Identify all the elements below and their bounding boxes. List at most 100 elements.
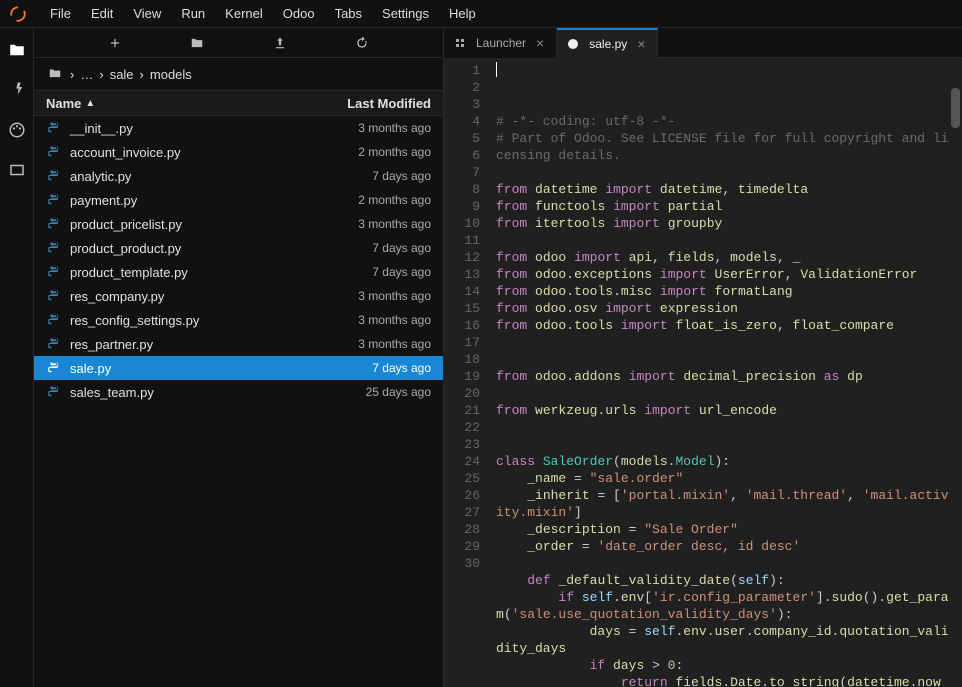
menu-edit[interactable]: Edit: [81, 2, 123, 25]
code-line[interactable]: days = self.env.user.company_id.quotatio…: [496, 623, 954, 657]
code-line[interactable]: from functools import partial: [496, 198, 954, 215]
code-line[interactable]: from itertools import groupby: [496, 215, 954, 232]
breadcrumb[interactable]: › … › sale › models: [34, 58, 443, 90]
folder-icon[interactable]: [7, 40, 27, 60]
code-line[interactable]: from odoo.tools.misc import formatLang: [496, 283, 954, 300]
file-name: sales_team.py: [70, 385, 291, 400]
column-name[interactable]: Name ▲: [46, 96, 291, 111]
tab-sale-py[interactable]: sale.py×: [557, 28, 658, 58]
home-folder-icon[interactable]: [48, 66, 62, 83]
python-file-icon: [46, 288, 62, 304]
code-line[interactable]: if days > 0:: [496, 657, 954, 674]
file-browser: › … › sale › models Name ▲ Last Modified…: [34, 28, 444, 687]
tab-launcher[interactable]: Launcher ×: [444, 28, 557, 58]
menu-run[interactable]: Run: [171, 2, 215, 25]
code-line[interactable]: from werkzeug.urls import url_encode: [496, 402, 954, 419]
code-line[interactable]: from odoo.addons import decimal_precisio…: [496, 368, 954, 385]
code-line[interactable]: [496, 385, 954, 402]
menu-view[interactable]: View: [123, 2, 171, 25]
file-row[interactable]: __init__.py3 months ago: [34, 116, 443, 140]
line-number: 8: [448, 181, 480, 198]
file-row[interactable]: res_company.py3 months ago: [34, 284, 443, 308]
line-number: 12: [448, 249, 480, 266]
scrollbar-thumb[interactable]: [951, 88, 960, 128]
code-line[interactable]: # -*- coding: utf-8 -*-: [496, 113, 954, 130]
palette-icon[interactable]: [7, 120, 27, 140]
file-row[interactable]: res_partner.py3 months ago: [34, 332, 443, 356]
python-file-icon: [46, 384, 62, 400]
code-line[interactable]: [496, 334, 954, 351]
code-line[interactable]: [496, 555, 954, 572]
breadcrumb-sep: ›: [99, 67, 103, 82]
file-row[interactable]: analytic.py7 days ago: [34, 164, 443, 188]
code-area[interactable]: # -*- coding: utf-8 -*-# Part of Odoo. S…: [488, 58, 962, 687]
code-line[interactable]: from odoo.tools import float_is_zero, fl…: [496, 317, 954, 334]
file-row[interactable]: product_pricelist.py3 months ago: [34, 212, 443, 236]
close-icon[interactable]: ×: [534, 35, 546, 51]
upload-icon[interactable]: [272, 35, 288, 51]
breadcrumb-sep: ›: [70, 67, 74, 82]
tab-label: Launcher: [476, 36, 526, 50]
code-line[interactable]: from datetime import datetime, timedelta: [496, 181, 954, 198]
file-row[interactable]: sales_team.py25 days ago: [34, 380, 443, 404]
code-line[interactable]: [496, 232, 954, 249]
refresh-icon[interactable]: [354, 35, 370, 51]
file-modified: 7 days ago: [291, 361, 431, 375]
new-folder-icon[interactable]: [189, 35, 205, 51]
python-file-icon: [46, 144, 62, 160]
menu-settings[interactable]: Settings: [372, 2, 439, 25]
code-line[interactable]: from odoo import api, fields, models, _: [496, 249, 954, 266]
file-row[interactable]: product_template.py7 days ago: [34, 260, 443, 284]
column-modified[interactable]: Last Modified: [291, 96, 431, 111]
file-row[interactable]: product_product.py7 days ago: [34, 236, 443, 260]
line-gutter: 1234567891011121314151617181920212223242…: [444, 58, 488, 687]
python-file-icon: [46, 264, 62, 280]
file-name: product_pricelist.py: [70, 217, 291, 232]
code-line[interactable]: [496, 436, 954, 453]
code-line[interactable]: [496, 164, 954, 181]
code-editor[interactable]: 1234567891011121314151617181920212223242…: [444, 58, 962, 687]
breadcrumb-part[interactable]: models: [150, 67, 192, 82]
code-line[interactable]: _inherit = ['portal.mixin', 'mail.thread…: [496, 487, 954, 521]
menu-help[interactable]: Help: [439, 2, 486, 25]
line-number: 10: [448, 215, 480, 232]
file-row[interactable]: res_config_settings.py3 months ago: [34, 308, 443, 332]
menu-kernel[interactable]: Kernel: [215, 2, 273, 25]
menubar: FileEditViewRunKernelOdooTabsSettingsHel…: [0, 0, 962, 28]
code-line[interactable]: class SaleOrder(models.Model):: [496, 453, 954, 470]
code-line[interactable]: from odoo.osv import expression: [496, 300, 954, 317]
line-number: 2: [448, 79, 480, 96]
code-line[interactable]: [496, 351, 954, 368]
close-icon[interactable]: ×: [635, 36, 647, 52]
menu-odoo[interactable]: Odoo: [273, 2, 325, 25]
file-row[interactable]: sale.py7 days ago: [34, 356, 443, 380]
code-line[interactable]: from odoo.exceptions import UserError, V…: [496, 266, 954, 283]
breadcrumb-part[interactable]: …: [80, 67, 93, 82]
vertical-scrollbar[interactable]: [951, 88, 960, 677]
line-number: 29: [448, 538, 480, 555]
text-cursor: [496, 62, 497, 77]
file-list-header: Name ▲ Last Modified: [34, 90, 443, 116]
line-number: 27: [448, 504, 480, 521]
file-row[interactable]: payment.py2 months ago: [34, 188, 443, 212]
code-line[interactable]: if self.env['ir.config_parameter'].sudo(…: [496, 589, 954, 623]
file-modified: 25 days ago: [291, 385, 431, 399]
new-launcher-icon[interactable]: [107, 35, 123, 51]
file-row[interactable]: account_invoice.py2 months ago: [34, 140, 443, 164]
file-name: payment.py: [70, 193, 291, 208]
menu-file[interactable]: File: [40, 2, 81, 25]
line-number: 5: [448, 130, 480, 147]
code-line[interactable]: _order = 'date_order desc, id desc': [496, 538, 954, 555]
running-icon[interactable]: [7, 80, 27, 100]
code-line[interactable]: _name = "sale.order": [496, 470, 954, 487]
code-line[interactable]: [496, 419, 954, 436]
code-line[interactable]: return fields.Date.to_string(datetime.no…: [496, 674, 954, 687]
breadcrumb-part[interactable]: sale: [110, 67, 134, 82]
code-line[interactable]: # Part of Odoo. See LICENSE file for ful…: [496, 130, 954, 164]
code-line[interactable]: def _default_validity_date(self):: [496, 572, 954, 589]
tabs-icon[interactable]: [7, 160, 27, 180]
menu-tabs[interactable]: Tabs: [325, 2, 372, 25]
file-name: product_product.py: [70, 241, 291, 256]
code-line[interactable]: _description = "Sale Order": [496, 521, 954, 538]
file-modified: 3 months ago: [291, 217, 431, 231]
